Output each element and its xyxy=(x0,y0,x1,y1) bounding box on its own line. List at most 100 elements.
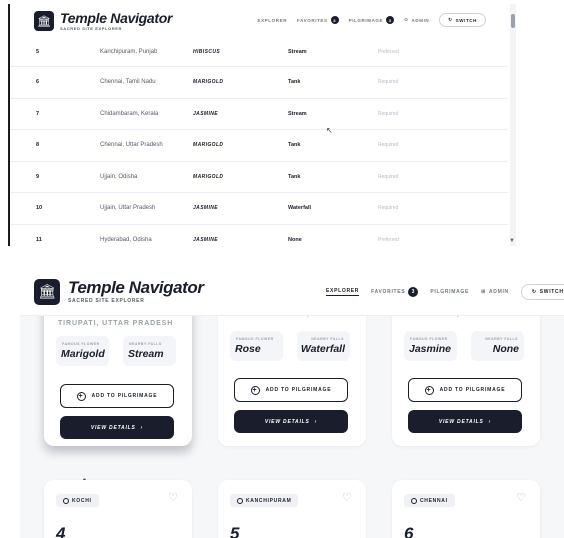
row-flower: MARIGOLD xyxy=(193,173,224,180)
add-to-pilgrimage-label: ADD TO PILGRIMAGE xyxy=(91,393,158,399)
row-flower: JASMINE xyxy=(193,236,219,243)
table-row[interactable]: 11 Hyderabad, Odisha JASMINE None Preferred xyxy=(10,223,508,247)
flower-stat-value: Marigold xyxy=(61,348,105,360)
row-water: Stream xyxy=(288,110,307,117)
nav-favorites[interactable]: FAVORITES 3 xyxy=(297,16,339,24)
scroll-down-icon[interactable]: ▼ xyxy=(509,238,515,244)
row-location: Chennai, Uttar Pradesh xyxy=(100,142,163,149)
row-location: Chidambaram, Kerala xyxy=(100,110,159,117)
row-status: Required xyxy=(378,110,399,117)
chevron-right-icon: › xyxy=(140,424,144,431)
flower-stat: FAMOUS FLOWER Jasmine xyxy=(404,331,457,361)
temple-card[interactable]: KOCHI ♡ 4 xyxy=(44,480,192,538)
row-status: Required xyxy=(378,142,399,149)
app-name: Temple Navigator xyxy=(60,10,173,26)
row-water: Tank xyxy=(288,173,301,180)
location-pin-icon xyxy=(237,497,243,504)
water-stat-label: NEARBY FALLS xyxy=(311,337,344,341)
table-row[interactable]: 7 Chidambaram, Kerala JASMINE Stream Require… xyxy=(10,97,508,130)
add-to-pilgrimage-button[interactable]: + ADD TO PILGRIMAGE xyxy=(234,378,348,402)
scrollbar-thumb[interactable] xyxy=(511,14,515,28)
row-status: Required xyxy=(378,205,399,212)
table-row[interactable]: 10 Ujjain, Uttar Pradesh JASMINE Waterfall R… xyxy=(10,192,508,224)
row-status: Required xyxy=(378,173,399,180)
row-location: Ujjain, Odisha xyxy=(100,173,138,180)
row-flower: JASMINE xyxy=(193,205,219,212)
table-row[interactable]: 5 Kanchipuram, Punjab HIBISCUS Stream Prefer… xyxy=(10,38,508,66)
location-pin-icon xyxy=(63,497,69,504)
row-water: Waterfall xyxy=(288,205,312,212)
card-number: 6 xyxy=(404,524,414,538)
row-id: 10 xyxy=(36,205,43,212)
temple-card[interactable]: KANCHIPURAM ♡ 5 xyxy=(218,480,366,538)
row-water: Stream xyxy=(288,49,307,55)
temple-logo-icon[interactable]: 🏛 xyxy=(34,11,54,31)
switch-button[interactable]: ↻ SWITCH xyxy=(520,284,564,300)
plus-icon: + xyxy=(250,385,260,395)
row-id: 5 xyxy=(36,49,40,55)
temple-logo-icon[interactable]: 🏛 xyxy=(34,278,60,305)
row-flower: JASMINE xyxy=(193,110,219,117)
city-chip-label: KOCHI xyxy=(72,497,92,504)
view-details-button[interactable]: VIEW DETAILS › xyxy=(60,416,174,439)
nav-explorer[interactable]: EXPLORER xyxy=(257,18,287,23)
nav-admin[interactable]: ⊞ ADMIN xyxy=(481,289,509,295)
scrollbar[interactable]: ▼ xyxy=(509,4,516,246)
card-view-window: 🏛 Temple Navigator SACRED SITE EXPLORER … xyxy=(20,268,564,538)
row-location: Kanchipuram, Punjab xyxy=(100,49,158,55)
nav-favorites-label: FAVORITES xyxy=(297,17,328,23)
water-stat-label: NEARBY FALLS xyxy=(129,342,162,346)
switch-label: SWITCH xyxy=(539,289,564,295)
brand: Temple Navigator SACRED SITE EXPLORER xyxy=(60,11,172,31)
heart-icon[interactable]: ♡ xyxy=(342,493,352,504)
view-details-button[interactable]: VIEW DETAILS › xyxy=(408,410,522,433)
cards-nav: EXPLORER FAVORITES 3 PILGRIMAGE ⊞ ADMIN … xyxy=(326,284,564,300)
add-to-pilgrimage-label: ADD TO PILGRIMAGE xyxy=(265,387,332,393)
city-chip-label: CHENNAI xyxy=(420,497,448,504)
water-stat-value: Waterfall xyxy=(300,343,345,355)
nav-admin-label: ADMIN xyxy=(488,289,509,295)
admin-icon: ⊙ xyxy=(404,17,409,22)
refresh-icon: ↻ xyxy=(448,17,453,22)
cards-header: 🏛 Temple Navigator SACRED SITE EXPLORER … xyxy=(20,268,564,316)
heart-icon[interactable]: ♡ xyxy=(168,493,178,504)
nav-explorer[interactable]: EXPLORER xyxy=(326,288,360,296)
table-row[interactable]: 6 Chennai, Tamil Nadu MARIGOLD Tank Required xyxy=(10,66,508,98)
nav-admin-label: ADMIN xyxy=(411,17,430,23)
add-to-pilgrimage-button[interactable]: + ADD TO PILGRIMAGE xyxy=(408,378,522,402)
app-subtitle: SACRED SITE EXPLORER xyxy=(68,298,145,304)
row-location: Chennai, Tamil Nadu xyxy=(100,79,156,86)
water-stat-value: Stream xyxy=(128,348,164,360)
temple-card[interactable]: CHENNAI ♡ 6 xyxy=(392,480,540,538)
row-status: Required xyxy=(378,79,399,86)
city-chip: CHENNAI xyxy=(404,494,455,507)
nav-favorites[interactable]: FAVORITES 3 xyxy=(371,287,419,297)
chevron-right-icon: › xyxy=(314,418,318,425)
plus-icon: + xyxy=(424,385,434,395)
city-chip: KANCHIPURAM xyxy=(230,494,299,507)
flower-stat-value: Jasmine xyxy=(409,343,452,355)
view-details-label: VIEW DETAILS xyxy=(438,418,484,425)
switch-button[interactable]: ↻ SWITCH xyxy=(439,13,486,27)
nav-pilgrimage-label: PILGRIMAGE xyxy=(430,289,470,295)
water-stat: NEARBY FALLS Stream xyxy=(123,336,176,366)
refresh-icon: ↻ xyxy=(531,289,537,295)
table-row[interactable]: 8 Chennai, Uttar Pradesh MARIGOLD Tank Requi… xyxy=(10,129,508,161)
row-id: 9 xyxy=(36,173,40,180)
add-to-pilgrimage-button[interactable]: + ADD TO PILGRIMAGE xyxy=(60,384,174,408)
view-details-button[interactable]: VIEW DETAILS › xyxy=(234,410,348,433)
row-water: None xyxy=(288,236,302,243)
row-id: 6 xyxy=(36,79,40,86)
nav-pilgrimage[interactable]: PILGRIMAGE 3 xyxy=(349,16,395,24)
favorites-count-badge: 3 xyxy=(330,16,339,24)
heart-icon[interactable]: ♡ xyxy=(516,493,526,504)
table-row[interactable]: 9 Ujjain, Odisha MARIGOLD Tank Required xyxy=(10,160,508,193)
nav-admin[interactable]: ⊙ ADMIN xyxy=(404,17,429,23)
nav-pilgrimage[interactable]: PILGRIMAGE xyxy=(430,289,469,295)
row-location: Ujjain, Uttar Pradesh xyxy=(100,205,156,212)
row-flower: HIBISCUS xyxy=(193,49,221,55)
nav-pilgrimage-label: PILGRIMAGE xyxy=(348,17,384,23)
nav-favorites-label: FAVORITES xyxy=(371,289,406,295)
water-stat-label: NEARBY FALLS xyxy=(485,337,518,341)
row-status: Preferred xyxy=(378,49,399,55)
